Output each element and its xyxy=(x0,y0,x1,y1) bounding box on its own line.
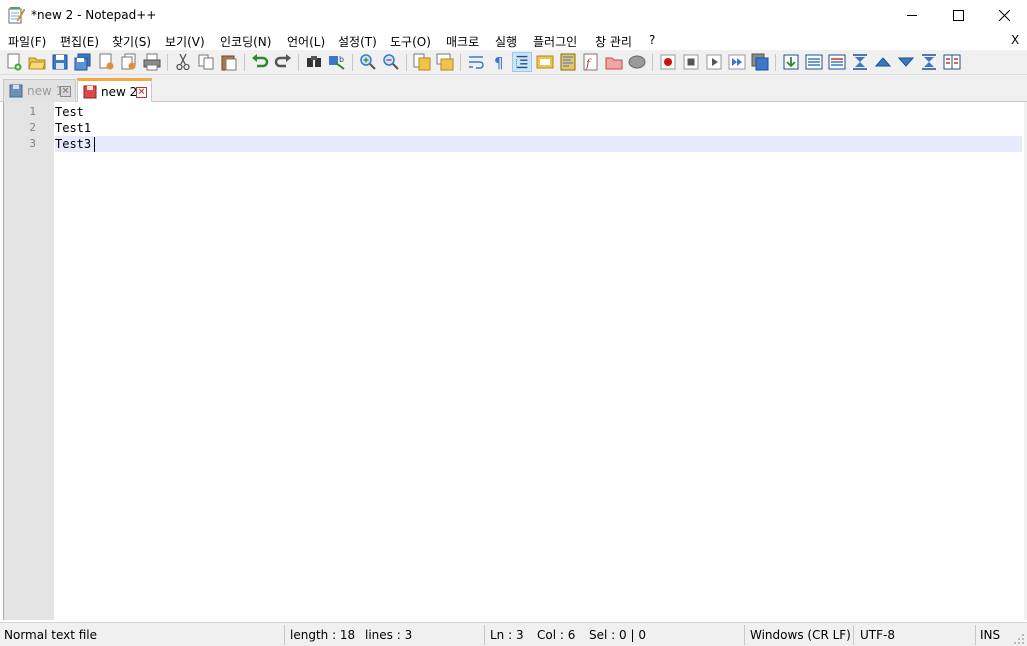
line-number: 1 xyxy=(29,105,36,118)
copy-icon[interactable] xyxy=(197,53,215,71)
toolbar: b ¶ f xyxy=(0,50,1027,75)
menu-window[interactable]: 창 관리 xyxy=(595,33,632,50)
tab-bar: new 1 × new 2 × xyxy=(0,75,1027,103)
maximize-icon xyxy=(952,9,964,21)
menu-run[interactable]: 실행 xyxy=(495,33,517,50)
encoding-label[interactable]: UTF-8 xyxy=(860,628,895,642)
function-list-icon[interactable]: f xyxy=(582,53,600,71)
redo-icon[interactable] xyxy=(274,53,292,71)
plugin-icon-6[interactable] xyxy=(897,53,915,71)
minimize-button[interactable] xyxy=(889,0,935,30)
undo-icon[interactable] xyxy=(251,53,269,71)
code-line[interactable]: Test1 xyxy=(55,120,1022,136)
status-bar: Normal text file length : 18 lines : 3 L… xyxy=(0,622,1027,646)
menu-macro[interactable]: 매크로 xyxy=(446,33,479,50)
zoom-in-icon[interactable] xyxy=(359,53,377,71)
close-file-icon[interactable] xyxy=(97,53,115,71)
selection-label: Sel : 0 | 0 xyxy=(589,628,646,642)
menu-edit[interactable]: 편집(E) xyxy=(60,33,99,50)
plugin-icon-1[interactable] xyxy=(782,53,800,71)
line-number-margin: 1 2 3 xyxy=(4,102,54,620)
close-window-button[interactable] xyxy=(981,0,1027,30)
line-number: 2 xyxy=(29,121,36,134)
menu-help[interactable]: ? xyxy=(649,33,655,47)
unsaved-file-icon xyxy=(83,85,97,99)
plugin-icon-2[interactable] xyxy=(805,53,823,71)
open-file-icon[interactable] xyxy=(28,53,46,71)
find-icon[interactable] xyxy=(305,53,323,71)
current-code-line[interactable]: Test3 xyxy=(55,136,1022,152)
tab-new-2[interactable]: new 2 × xyxy=(77,78,152,103)
minimize-icon xyxy=(906,14,917,16)
close-icon xyxy=(998,9,1010,21)
save-icon[interactable] xyxy=(51,53,69,71)
notepad-plus-plus-icon xyxy=(8,7,25,24)
replace-icon[interactable]: b xyxy=(328,53,346,71)
play-macro-icon[interactable] xyxy=(705,53,723,71)
length-label: length : 18 xyxy=(290,628,356,642)
menu-bar: 파일(F) 편집(E) 찾기(S) 보기(V) 인코딩(N) 언어(L) 설정(… xyxy=(0,30,1027,50)
tab-close-button[interactable]: × xyxy=(60,86,71,97)
tab-label: new 1 xyxy=(27,84,64,98)
close-document-button[interactable]: X xyxy=(1011,33,1019,47)
saved-file-icon xyxy=(9,84,23,98)
text-caret xyxy=(94,137,95,152)
plugin-icon-4[interactable] xyxy=(851,53,869,71)
stop-record-icon[interactable] xyxy=(682,53,700,71)
title-bar: *new 2 - Notepad++ xyxy=(0,0,1027,30)
tab-new-1[interactable]: new 1 × xyxy=(3,79,76,102)
editor-area[interactable]: 1 2 3 Test Test1 Test3 xyxy=(3,102,1024,620)
svg-text:¶: ¶ xyxy=(494,54,504,71)
menu-encoding[interactable]: 인코딩(N) xyxy=(220,33,271,50)
code-line[interactable]: Test xyxy=(55,104,1022,120)
doc-map-icon[interactable] xyxy=(559,53,577,71)
plugin-icon-5[interactable] xyxy=(874,53,892,71)
save-macro-icon[interactable] xyxy=(751,53,769,71)
lines-label: lines : 3 xyxy=(365,628,413,642)
menu-search[interactable]: 찾기(S) xyxy=(112,33,151,50)
line-position-label: Ln : 3 xyxy=(490,628,524,642)
user-language-icon[interactable] xyxy=(536,53,554,71)
menu-plugins[interactable]: 플러그인 xyxy=(533,33,577,50)
window-title: *new 2 - Notepad++ xyxy=(31,8,157,22)
file-type-label: Normal text file xyxy=(4,628,98,642)
cut-icon[interactable] xyxy=(174,53,192,71)
menu-settings[interactable]: 설정(T) xyxy=(338,33,377,50)
monitoring-icon[interactable] xyxy=(628,53,646,71)
plugin-icon-8[interactable] xyxy=(943,53,961,71)
line-number: 3 xyxy=(29,137,36,150)
resize-grip-icon[interactable] xyxy=(1013,633,1025,645)
tab-close-button[interactable]: × xyxy=(136,87,147,98)
close-all-icon[interactable] xyxy=(120,53,138,71)
eol-format-label[interactable]: Windows (CR LF) xyxy=(750,628,851,642)
indent-guide-icon[interactable] xyxy=(512,52,532,72)
print-icon[interactable] xyxy=(143,53,161,71)
menu-tools[interactable]: 도구(O) xyxy=(390,33,431,50)
paste-icon[interactable] xyxy=(220,53,238,71)
record-macro-icon[interactable] xyxy=(659,53,677,71)
save-all-icon[interactable] xyxy=(74,53,92,71)
show-all-chars-icon[interactable]: ¶ xyxy=(490,53,508,71)
menu-view[interactable]: 보기(V) xyxy=(165,33,205,50)
tab-label: new 2 xyxy=(101,85,138,99)
sync-horizontal-icon[interactable] xyxy=(436,53,454,71)
menu-file[interactable]: 파일(F) xyxy=(8,33,46,50)
menu-language[interactable]: 언어(L) xyxy=(287,33,325,50)
maximize-button[interactable] xyxy=(935,0,981,30)
zoom-out-icon[interactable] xyxy=(382,53,400,71)
insert-mode-label[interactable]: INS xyxy=(980,628,1000,642)
folder-as-workspace-icon[interactable] xyxy=(605,53,623,71)
plugin-icon-7[interactable] xyxy=(920,53,938,71)
column-position-label: Col : 6 xyxy=(537,628,576,642)
run-macro-multiple-icon[interactable] xyxy=(728,53,746,71)
sync-vertical-icon[interactable] xyxy=(413,53,431,71)
word-wrap-icon[interactable] xyxy=(467,53,485,71)
new-file-icon[interactable] xyxy=(5,53,23,71)
svg-text:b: b xyxy=(339,55,344,64)
plugin-icon-3[interactable] xyxy=(828,53,846,71)
